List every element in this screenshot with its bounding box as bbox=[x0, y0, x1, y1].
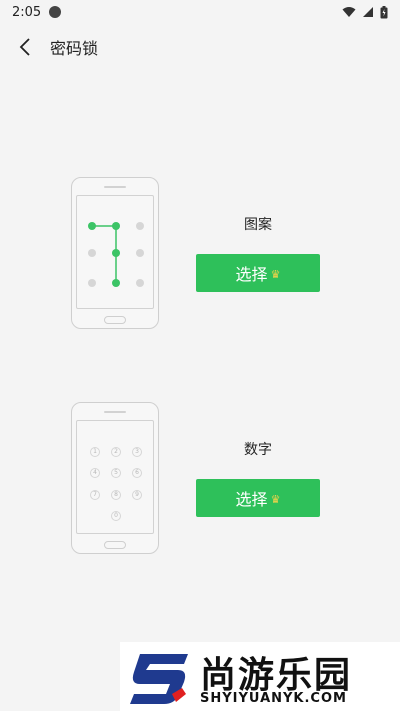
status-bar: 2:05 bbox=[0, 0, 400, 24]
battery-icon bbox=[380, 5, 388, 18]
phone-screen bbox=[76, 195, 154, 309]
keypad-key: 1 bbox=[90, 447, 100, 457]
watermark-banner: 尚游乐园 SHYIYUANYK.COM bbox=[120, 642, 400, 711]
number-phone-illustration: 1 2 3 4 5 6 7 8 9 0 bbox=[71, 402, 159, 554]
status-icons bbox=[342, 5, 388, 19]
keypad-key: 7 bbox=[90, 490, 100, 500]
pattern-dot bbox=[112, 249, 120, 257]
select-number-label: 选择 bbox=[235, 490, 268, 509]
phone-home-button bbox=[104, 541, 126, 549]
keypad-key: 2 bbox=[111, 447, 121, 457]
keypad-key: 0 bbox=[111, 511, 121, 521]
select-pattern-button[interactable]: 选择 ♛ bbox=[196, 254, 320, 292]
watermark-logo-icon bbox=[130, 654, 188, 704]
phone-screen: 1 2 3 4 5 6 7 8 9 0 bbox=[76, 420, 154, 534]
pattern-label: 图案 bbox=[244, 217, 272, 233]
watermark-domain: SHYIYUANYK.COM bbox=[200, 691, 347, 706]
phone-speaker bbox=[104, 411, 126, 413]
pattern-grid-icon bbox=[88, 222, 144, 287]
crown-icon: ♛ bbox=[270, 493, 281, 506]
pattern-dot bbox=[88, 249, 96, 257]
pattern-dot bbox=[88, 222, 96, 230]
keypad-key: 5 bbox=[111, 468, 121, 478]
select-number-button[interactable]: 选择 ♛ bbox=[196, 479, 320, 517]
keypad-key: 6 bbox=[132, 468, 142, 478]
crown-icon: ♛ bbox=[270, 268, 281, 281]
pattern-phone-illustration bbox=[71, 177, 159, 329]
app-bar: 密码锁 bbox=[0, 24, 400, 70]
keypad-key: 4 bbox=[90, 468, 100, 478]
back-button[interactable] bbox=[2, 24, 48, 70]
status-left: 2:05 bbox=[12, 4, 62, 20]
keypad-key: 9 bbox=[132, 490, 142, 500]
page-title: 密码锁 bbox=[50, 39, 99, 58]
pattern-dot bbox=[88, 279, 96, 287]
keypad-key: 8 bbox=[111, 490, 121, 500]
select-pattern-label: 选择 bbox=[235, 265, 268, 284]
signal-icon bbox=[363, 7, 373, 17]
keypad-key: 3 bbox=[132, 447, 142, 457]
chevron-left-icon bbox=[19, 38, 30, 56]
pattern-dot bbox=[112, 279, 120, 287]
pattern-dot bbox=[136, 249, 144, 257]
number-label: 数字 bbox=[244, 442, 272, 458]
status-time: 2:05 bbox=[12, 4, 42, 20]
phone-speaker bbox=[104, 186, 126, 188]
notification-dot-icon bbox=[49, 6, 62, 18]
pattern-dot bbox=[136, 279, 144, 287]
pattern-dot bbox=[136, 222, 144, 230]
pattern-dot bbox=[112, 222, 120, 230]
wifi-icon bbox=[342, 7, 356, 17]
phone-home-button bbox=[104, 316, 126, 324]
